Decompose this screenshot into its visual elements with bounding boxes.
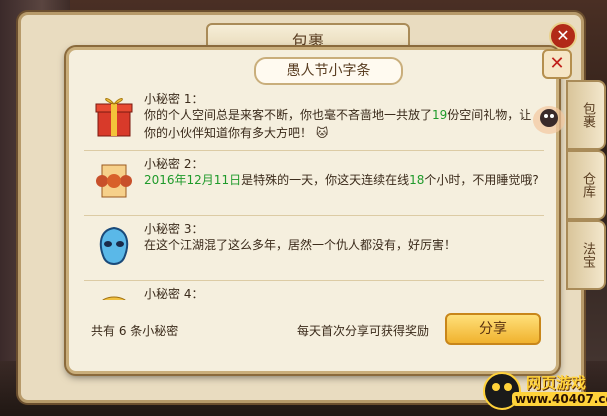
- share-button[interactable]: 分享: [445, 313, 541, 345]
- logo-title: 网页游戏: [526, 374, 587, 392]
- inventory-close-button[interactable]: ✕: [549, 22, 577, 50]
- list-item: 小秘密 1： 你的个人空间总是来客不断，你也毫不吝啬地一共放了19份空间礼物，让…: [84, 86, 544, 151]
- close-icon: ✕: [549, 53, 565, 74]
- item-name: 小秘密 2：: [144, 157, 204, 171]
- april-fools-dialog: 愚人节小字条 ✕ 小秘密 1： 你的个人空间总是来客不断，你也毫不吝啬地一共放了…: [66, 47, 572, 374]
- secret-list[interactable]: 小秘密 1： 你的个人空间总是来客不断，你也毫不吝啬地一共放了19份空间礼物，让…: [84, 86, 544, 300]
- logo-url: www.40407.com: [512, 392, 607, 406]
- share-reward-tip: 每天首次分享可获得奖励: [297, 324, 430, 338]
- emoji-face-icon: 🐱: [315, 126, 329, 140]
- blue-mask-icon: [99, 226, 129, 265]
- item-name: 小秘密 3：: [144, 222, 204, 236]
- list-item: 小秘密 3： 在这个江湖混了这么多年，居然一个仇人都没有，好厉害！: [84, 216, 544, 281]
- item-desc: 在这个江湖混了这么多年，居然一个仇人都没有，好厉害！: [144, 238, 457, 252]
- scroll-icon: [96, 164, 132, 198]
- item-desc: 2016年12月11日是特殊的一天，你这天连续在线18个小时，不用睡觉哦?: [144, 173, 539, 187]
- dialog-title: 愚人节小字条: [254, 57, 403, 85]
- dialog-close-button[interactable]: ✕: [542, 49, 572, 79]
- item-name: 小秘密 4：: [144, 287, 204, 300]
- secret-count: 共有 6 条小秘密: [91, 324, 179, 338]
- tab-treasure[interactable]: 法宝: [566, 220, 606, 290]
- item-desc: 你的个人空间总是来客不断，你也毫不吝啬地一共放了19份空间礼物，让你的小伙伴知道…: [144, 108, 532, 140]
- gift-box-icon: [95, 98, 133, 137]
- list-item: 小秘密 4：: [84, 281, 544, 300]
- item-name: 小秘密 1：: [144, 92, 204, 106]
- list-item: 小秘密 2： 2016年12月11日是特殊的一天，你这天连续在线18个小时，不用…: [84, 151, 544, 216]
- tab-warehouse[interactable]: 仓库: [566, 150, 606, 220]
- gold-item-icon: [102, 296, 126, 300]
